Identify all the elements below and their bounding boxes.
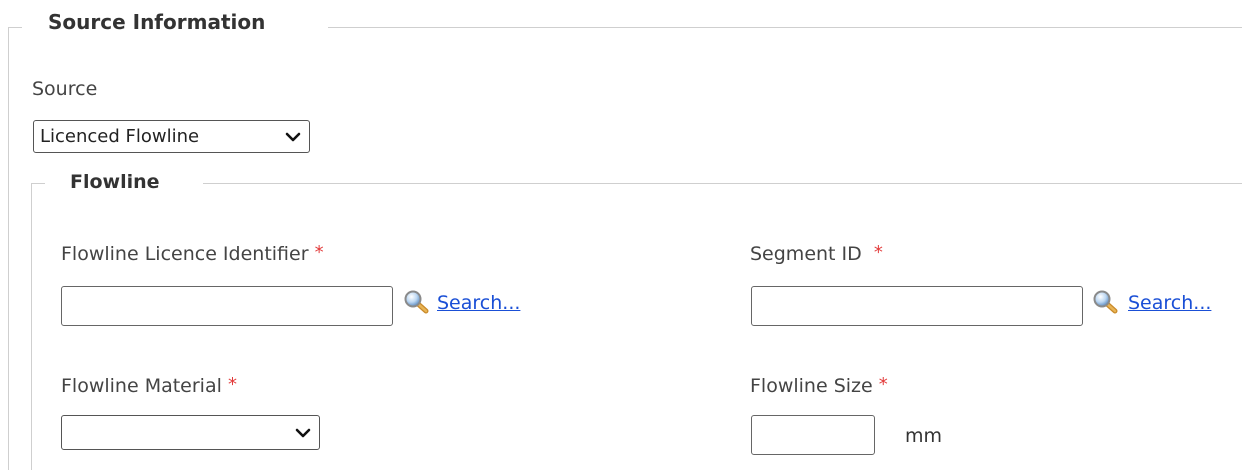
flowline-legend: Flowline: [70, 171, 160, 193]
licence-identifier-label: Flowline Licence Identifier: [61, 243, 309, 265]
chevron-down-icon: [285, 132, 301, 141]
source-fieldset-left-border: [8, 27, 9, 470]
required-asterisk: *: [873, 242, 883, 263]
source-information-legend: Source Information: [48, 10, 266, 34]
source-fieldset-top-border-left: [8, 27, 22, 28]
source-select-value: Licenced Flowline: [40, 126, 200, 147]
material-label-row: Flowline Material *: [61, 374, 237, 397]
flowline-fieldset-left-border: [31, 183, 32, 470]
source-select[interactable]: Licenced Flowline: [33, 120, 310, 153]
required-asterisk: *: [314, 242, 324, 263]
chevron-down-icon: [295, 428, 311, 437]
segment-id-label-row: Segment ID *: [750, 242, 883, 265]
segment-id-input[interactable]: [751, 286, 1083, 326]
material-select[interactable]: [61, 415, 320, 450]
source-label: Source: [32, 78, 98, 100]
licence-identifier-label-row: Flowline Licence Identifier *: [61, 242, 324, 265]
licence-identifier-search-link[interactable]: Search...: [437, 292, 520, 314]
flowline-fieldset-top-border-right: [203, 183, 1242, 184]
size-label-row: Flowline Size *: [750, 374, 888, 397]
segment-id-label: Segment ID: [750, 243, 862, 265]
material-label: Flowline Material: [61, 375, 222, 397]
magnifier-search-icon[interactable]: [403, 289, 429, 315]
size-input[interactable]: [751, 415, 875, 455]
required-asterisk: *: [878, 374, 888, 395]
size-label: Flowline Size: [750, 375, 873, 397]
required-asterisk: *: [227, 374, 237, 395]
magnifier-search-icon[interactable]: [1092, 289, 1118, 315]
flowline-fieldset-top-border-left: [31, 183, 45, 184]
source-fieldset-top-border-right: [328, 27, 1242, 28]
size-unit: mm: [905, 425, 943, 447]
licence-identifier-input[interactable]: [61, 286, 393, 326]
segment-id-search-link[interactable]: Search...: [1128, 292, 1211, 314]
